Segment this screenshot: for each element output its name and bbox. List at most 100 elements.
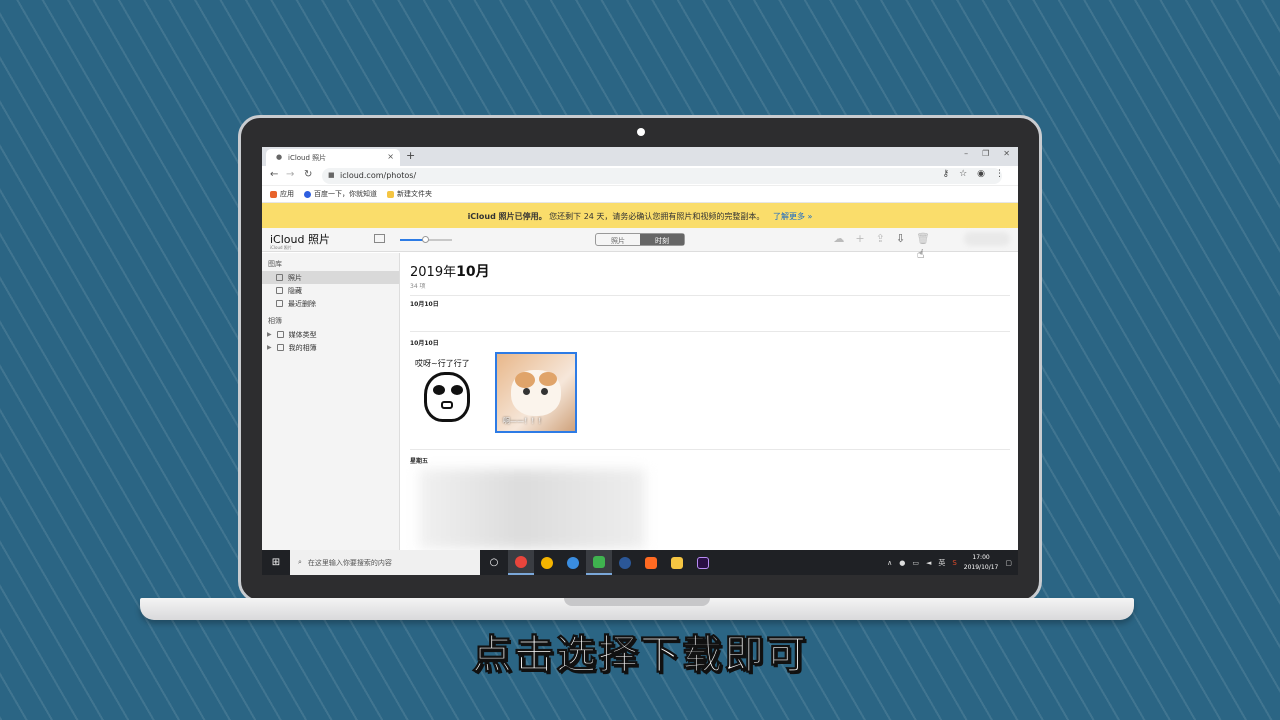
- system-tray: ∧ ● ▭ ◄ 英 S 17:00 2019/10/17 ▢: [887, 553, 1018, 573]
- word-app-icon[interactable]: [612, 550, 638, 575]
- panda-meme-image: [424, 372, 470, 422]
- address-bar: ← → ↻ ■ icloud.com/photos/ ⚷ ☆ ◉ ⋮: [262, 166, 1018, 186]
- bookmark-folder[interactable]: 新建文件夹: [387, 189, 432, 199]
- share-icon[interactable]: ⇪: [876, 232, 885, 245]
- account-avatar[interactable]: [964, 232, 1010, 246]
- banner-title: iCloud 照片已停用。: [467, 212, 547, 221]
- laptop-base: [140, 598, 1134, 620]
- restore-icon[interactable]: ❐: [982, 149, 989, 158]
- section-date: 星期五: [410, 458, 429, 465]
- view-segmented-control: 照片 时刻: [595, 233, 685, 246]
- cat-eye: [523, 388, 530, 395]
- premiere-app-icon[interactable]: [690, 550, 716, 575]
- photo-thumbnail-selected[interactable]: 啊——！！！: [495, 352, 577, 433]
- sidebar-toggle-icon[interactable]: [374, 234, 385, 243]
- add-icon[interactable]: +: [855, 232, 864, 245]
- cat-eye: [541, 388, 548, 395]
- back-icon[interactable]: ←: [270, 169, 278, 180]
- upload-icon[interactable]: ☁: [833, 232, 844, 245]
- sidebar-item-hidden[interactable]: 隐藏: [262, 284, 399, 297]
- chrome-app-icon[interactable]: [508, 550, 534, 575]
- chrome-app-icon[interactable]: [534, 550, 560, 575]
- banner-message: 您还剩下 24 天，请务必确认您拥有照片和视频的完整副本。: [549, 212, 765, 221]
- chevron-up-icon[interactable]: ∧: [887, 559, 892, 567]
- browser-app-icon[interactable]: [560, 550, 586, 575]
- month-year: 2019年: [410, 265, 457, 280]
- zoom-slider-knob[interactable]: [422, 236, 429, 243]
- microphone-icon[interactable]: ●: [899, 559, 905, 567]
- apple-icon: ●: [276, 153, 283, 161]
- cat-fur: [539, 372, 557, 386]
- reload-icon[interactable]: ↻: [304, 169, 312, 180]
- month-name: 10月: [456, 264, 490, 280]
- bookmark-label: 百度一下，你就知道: [314, 190, 377, 198]
- photo-thumbnail[interactable]: 哎呀~行了行了: [412, 352, 482, 430]
- apps-grid-icon: [270, 190, 277, 198]
- wechat-app-icon[interactable]: [586, 550, 612, 575]
- ime-indicator[interactable]: 英: [938, 558, 945, 568]
- star-icon[interactable]: ☆: [959, 169, 967, 179]
- key-icon[interactable]: ⚷: [942, 169, 949, 179]
- sidebar-item-label: 隐藏: [288, 286, 302, 295]
- bookmark-apps[interactable]: 应用: [270, 189, 294, 199]
- sidebar-item-media-types[interactable]: ▶ 媒体类型: [262, 328, 399, 341]
- app-logo-subtitle: iCloud 照片: [270, 245, 292, 250]
- learn-more-link[interactable]: 了解更多 »: [773, 212, 812, 221]
- forward-icon[interactable]: →: [286, 169, 294, 180]
- cortana-icon[interactable]: ○: [480, 557, 508, 568]
- sidebar-item-my-albums[interactable]: ▶ 我的相簿: [262, 341, 399, 354]
- account-icon[interactable]: ◉: [977, 169, 985, 179]
- item-count: 34 项: [410, 283, 426, 290]
- zoom-slider[interactable]: [400, 236, 452, 243]
- trash-icon: [276, 300, 283, 307]
- browser-tabbar: ● iCloud 照片 × + – ❐ ✕: [262, 147, 1018, 166]
- system-clock[interactable]: 17:00 2019/10/17: [964, 553, 999, 573]
- taskbar-search-input[interactable]: ⌕ 在这里输入你要搜索的内容: [290, 550, 480, 575]
- panda-eye: [451, 385, 463, 395]
- sogou-icon[interactable]: S: [952, 559, 956, 567]
- panda-eye: [433, 385, 445, 395]
- hidden-icon: [276, 287, 283, 294]
- trash-icon[interactable]: 🗑: [916, 232, 930, 245]
- divider: [410, 295, 1010, 296]
- photos-main: 2019年10月 34 项 10月10日 10月10日 哎呀~行了行了 啊——！…: [401, 253, 1018, 550]
- photos-sidebar: 图库 照片 隐藏 最近删除 相簿 ▶ 媒体类型 ▶ 我的相簿: [262, 253, 400, 550]
- bookmark-label: 应用: [280, 190, 294, 198]
- browser-tab[interactable]: ● iCloud 照片 ×: [266, 149, 400, 166]
- omnibox-actions: ⚷ ☆ ◉ ⋮: [942, 169, 1004, 179]
- segment-photos[interactable]: 照片: [596, 234, 640, 245]
- url-text: icloud.com/photos/: [340, 171, 417, 180]
- laptop-notch: [564, 598, 710, 606]
- close-window-icon[interactable]: ✕: [1003, 149, 1010, 158]
- url-input[interactable]: ■ icloud.com/photos/: [322, 168, 1002, 184]
- sidebar-item-recently-deleted[interactable]: 最近删除: [262, 297, 399, 310]
- network-icon[interactable]: ▭: [912, 559, 919, 567]
- menu-icon[interactable]: ⋮: [995, 169, 1004, 179]
- segment-moments[interactable]: 时刻: [640, 234, 684, 245]
- sidebar-item-label: 最近删除: [288, 299, 316, 308]
- disclosure-arrow-icon[interactable]: ▶: [267, 344, 272, 351]
- minimize-icon[interactable]: –: [964, 149, 968, 158]
- toolbar-actions: ☁ + ⇪ ⇩ 🗑: [833, 232, 930, 245]
- download-icon[interactable]: ⇩: [896, 232, 905, 245]
- notification-icon[interactable]: ▢: [1005, 559, 1012, 567]
- soundcloud-app-icon[interactable]: [638, 550, 664, 575]
- tab-title: iCloud 照片: [288, 154, 327, 162]
- volume-icon[interactable]: ◄: [926, 559, 931, 567]
- search-icon: ⌕: [298, 558, 302, 566]
- cat-fur: [515, 372, 535, 388]
- window-controls: – ❐ ✕: [964, 149, 1010, 158]
- windows-start-icon[interactable]: ⊞: [262, 557, 290, 568]
- section-date: 10月10日: [410, 301, 439, 308]
- disclosure-arrow-icon[interactable]: ▶: [267, 331, 272, 338]
- photo-caption: 啊——！！！: [503, 417, 545, 425]
- sidebar-item-label: 媒体类型: [288, 330, 317, 339]
- sidebar-item-label: 我的相簿: [288, 343, 317, 352]
- windows-taskbar: ⊞ ⌕ 在这里输入你要搜索的内容 ○ ∧ ● ▭ ◄ 英 S 17:00 201…: [262, 550, 1018, 575]
- file-explorer-icon[interactable]: [664, 550, 690, 575]
- close-tab-icon[interactable]: ×: [387, 152, 394, 161]
- bookmark-baidu[interactable]: 百度一下，你就知道: [304, 189, 377, 199]
- sidebar-item-photos[interactable]: 照片: [262, 271, 399, 284]
- screen: ● iCloud 照片 × + – ❐ ✕ ← → ↻ ■ icloud.com…: [262, 147, 1018, 575]
- new-tab-icon[interactable]: +: [406, 149, 415, 162]
